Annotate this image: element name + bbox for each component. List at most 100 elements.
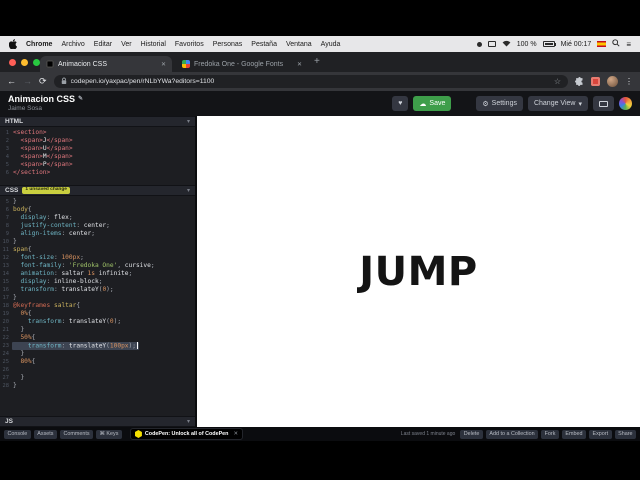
back-button[interactable]: ←: [7, 77, 16, 86]
menu-item[interactable]: Chrome: [26, 41, 52, 48]
browser-tab-inactive[interactable]: Fredoka One - Google Fonts ✕: [176, 56, 308, 72]
css-editor[interactable]: 5} 6 body{7 display: flex; 8 justify-conten…: [0, 196, 195, 416]
menu-item[interactable]: Ver: [121, 41, 132, 48]
code-line[interactable]: 25 80%{: [0, 358, 195, 366]
code-line[interactable]: 6 </section>: [0, 169, 195, 177]
menu-item[interactable]: Editar: [94, 41, 112, 48]
code-line[interactable]: 27 }: [0, 374, 195, 382]
code-line[interactable]: 23 transform: translateY(100px);: [0, 342, 195, 350]
chevron-down-icon[interactable]: ▾: [187, 118, 190, 125]
desktop-screen: Chrome Archivo Editar Ver Historial Favoritos…: [0, 0, 640, 480]
code-line[interactable]: 13 font-family: 'Fredoka One', cursive;: [0, 262, 195, 270]
close-icon[interactable]: ✕: [233, 431, 238, 437]
menu-item[interactable]: Pestaña: [251, 41, 277, 48]
url-text: codepen.io/yaxpac/pen/rNLbYWa?editors=11…: [70, 78, 215, 85]
tab-close-icon[interactable]: ✕: [161, 61, 166, 68]
footer-left-buttons: Console Assets Comments ⌘ Keys: [4, 429, 122, 439]
save-button[interactable]: ☁ Save: [413, 96, 452, 111]
code-line[interactable]: 9 align-items: center;: [0, 230, 195, 238]
edit-pencil-icon[interactable]: ✎: [78, 96, 83, 103]
code-line[interactable]: 8 justify-content: center;: [0, 222, 195, 230]
code-line[interactable]: 3 <span>U</span>: [0, 145, 195, 153]
pen-author[interactable]: Jaime Sosa: [8, 105, 83, 113]
menu-item[interactable]: Historial: [141, 41, 166, 48]
code-line[interactable]: 21 }: [0, 326, 195, 334]
html-editor[interactable]: 1 <section> 2 <span>J</span> 3 <span>U</spa…: [0, 127, 195, 185]
user-avatar[interactable]: [619, 97, 632, 110]
display-icon[interactable]: [487, 41, 496, 47]
code-line[interactable]: 12 font-size: 100px;: [0, 254, 195, 262]
code-line[interactable]: 19 0%{: [0, 310, 195, 318]
reload-button[interactable]: ⟳: [39, 77, 47, 86]
code-line[interactable]: 10}: [0, 238, 195, 246]
code-line[interactable]: 14 animation: saltar 1s infinite;: [0, 270, 195, 278]
footer-button[interactable]: Fork: [541, 429, 559, 439]
minimize-window-button[interactable]: [21, 59, 28, 66]
code-line[interactable]: 20 transform: translateY(0);: [0, 318, 195, 326]
browser-tab-active[interactable]: Animacion CSS ✕: [40, 56, 172, 72]
bookmark-star-icon[interactable]: ☆: [554, 77, 561, 86]
menu-item[interactable]: Archivo: [61, 41, 84, 48]
codepen-favicon: [46, 60, 54, 68]
forward-button[interactable]: →: [23, 77, 32, 86]
change-view-button[interactable]: Change View ▾: [527, 96, 588, 111]
footer-button[interactable]: ⌘ Keys: [96, 429, 122, 439]
code-line[interactable]: 28}: [0, 382, 195, 390]
footer-button[interactable]: Console: [4, 429, 31, 439]
code-line[interactable]: 7 display: flex;: [0, 214, 195, 222]
menu-bar-status: 100 % Mié 00:17 ≡: [476, 39, 631, 49]
code-line[interactable]: 6 body{: [0, 206, 195, 214]
menu-item[interactable]: Ayuda: [321, 41, 341, 48]
footer-button[interactable]: Comments: [59, 429, 94, 439]
menu-bar-clock[interactable]: Mié 00:17: [561, 41, 592, 48]
menu-item[interactable]: Ventana: [286, 41, 312, 48]
html-panel-header[interactable]: HTML ▾: [0, 116, 195, 127]
spotlight-search-icon[interactable]: [612, 39, 620, 49]
extension-icon[interactable]: [591, 77, 600, 86]
code-line[interactable]: 24 }: [0, 350, 195, 358]
spain-flag-icon[interactable]: [597, 41, 607, 47]
code-line[interactable]: 4 <span>M</span>: [0, 153, 195, 161]
layout-button[interactable]: [593, 96, 614, 111]
code-line[interactable]: 26: [0, 366, 195, 374]
line-number: 23: [2, 343, 10, 349]
browser-menu-icon[interactable]: ⋮: [625, 77, 633, 86]
footer-button[interactable]: Delete: [460, 429, 483, 439]
record-dot-icon[interactable]: [476, 41, 482, 47]
settings-button[interactable]: ⚙ Settings: [476, 96, 523, 111]
menu-item[interactable]: Personas: [213, 41, 243, 48]
menu-item[interactable]: Favoritos: [175, 41, 204, 48]
zoom-window-button[interactable]: [33, 59, 40, 66]
code-line[interactable]: 15 display: inline-block;: [0, 278, 195, 286]
new-tab-button[interactable]: +: [314, 56, 320, 67]
apple-menu-icon[interactable]: [9, 39, 17, 49]
code-line[interactable]: 22 50%{: [0, 334, 195, 342]
browser-profile-avatar[interactable]: [607, 76, 618, 87]
like-button[interactable]: ♥: [392, 96, 409, 111]
chevron-down-icon[interactable]: ▾: [187, 418, 190, 425]
js-panel-header[interactable]: JS ▾: [0, 416, 195, 427]
tab-close-icon[interactable]: ✕: [297, 61, 302, 68]
codepen-ad-banner[interactable]: CodePen: Unlock all of CodePen ✕: [129, 428, 244, 440]
chevron-down-icon[interactable]: ▾: [187, 187, 190, 194]
code-line[interactable]: 11 span{: [0, 246, 195, 254]
close-window-button[interactable]: [9, 59, 16, 66]
footer-button[interactable]: Add to a Collection: [485, 429, 539, 439]
extensions-puzzle-icon[interactable]: [575, 73, 584, 91]
code-line[interactable]: 5 <span>P</span>: [0, 161, 195, 169]
footer-button[interactable]: Embed: [561, 429, 587, 439]
code-line[interactable]: 2 <span>J</span>: [0, 137, 195, 145]
wifi-icon[interactable]: [502, 40, 511, 49]
codepen-header: Animacion CSS ✎ Jaime Sosa ♥ ☁ Save ⚙ Se…: [0, 91, 640, 116]
footer-button[interactable]: Export: [589, 429, 612, 439]
code-line[interactable]: 17}: [0, 294, 195, 302]
css-panel-header[interactable]: CSS 1 unsaved change ▾: [0, 185, 195, 196]
code-line[interactable]: 5}: [0, 198, 195, 206]
code-line[interactable]: 1 <section>: [0, 129, 195, 137]
footer-button[interactable]: Share: [614, 429, 636, 439]
footer-button[interactable]: Assets: [33, 429, 57, 439]
address-bar[interactable]: codepen.io/yaxpac/pen/rNLbYWa?editors=11…: [53, 75, 568, 88]
code-line[interactable]: 18 @keyframes saltar{: [0, 302, 195, 310]
notification-center-icon[interactable]: ≡: [626, 40, 631, 49]
code-line[interactable]: 16 transform: translateY(0);: [0, 286, 195, 294]
